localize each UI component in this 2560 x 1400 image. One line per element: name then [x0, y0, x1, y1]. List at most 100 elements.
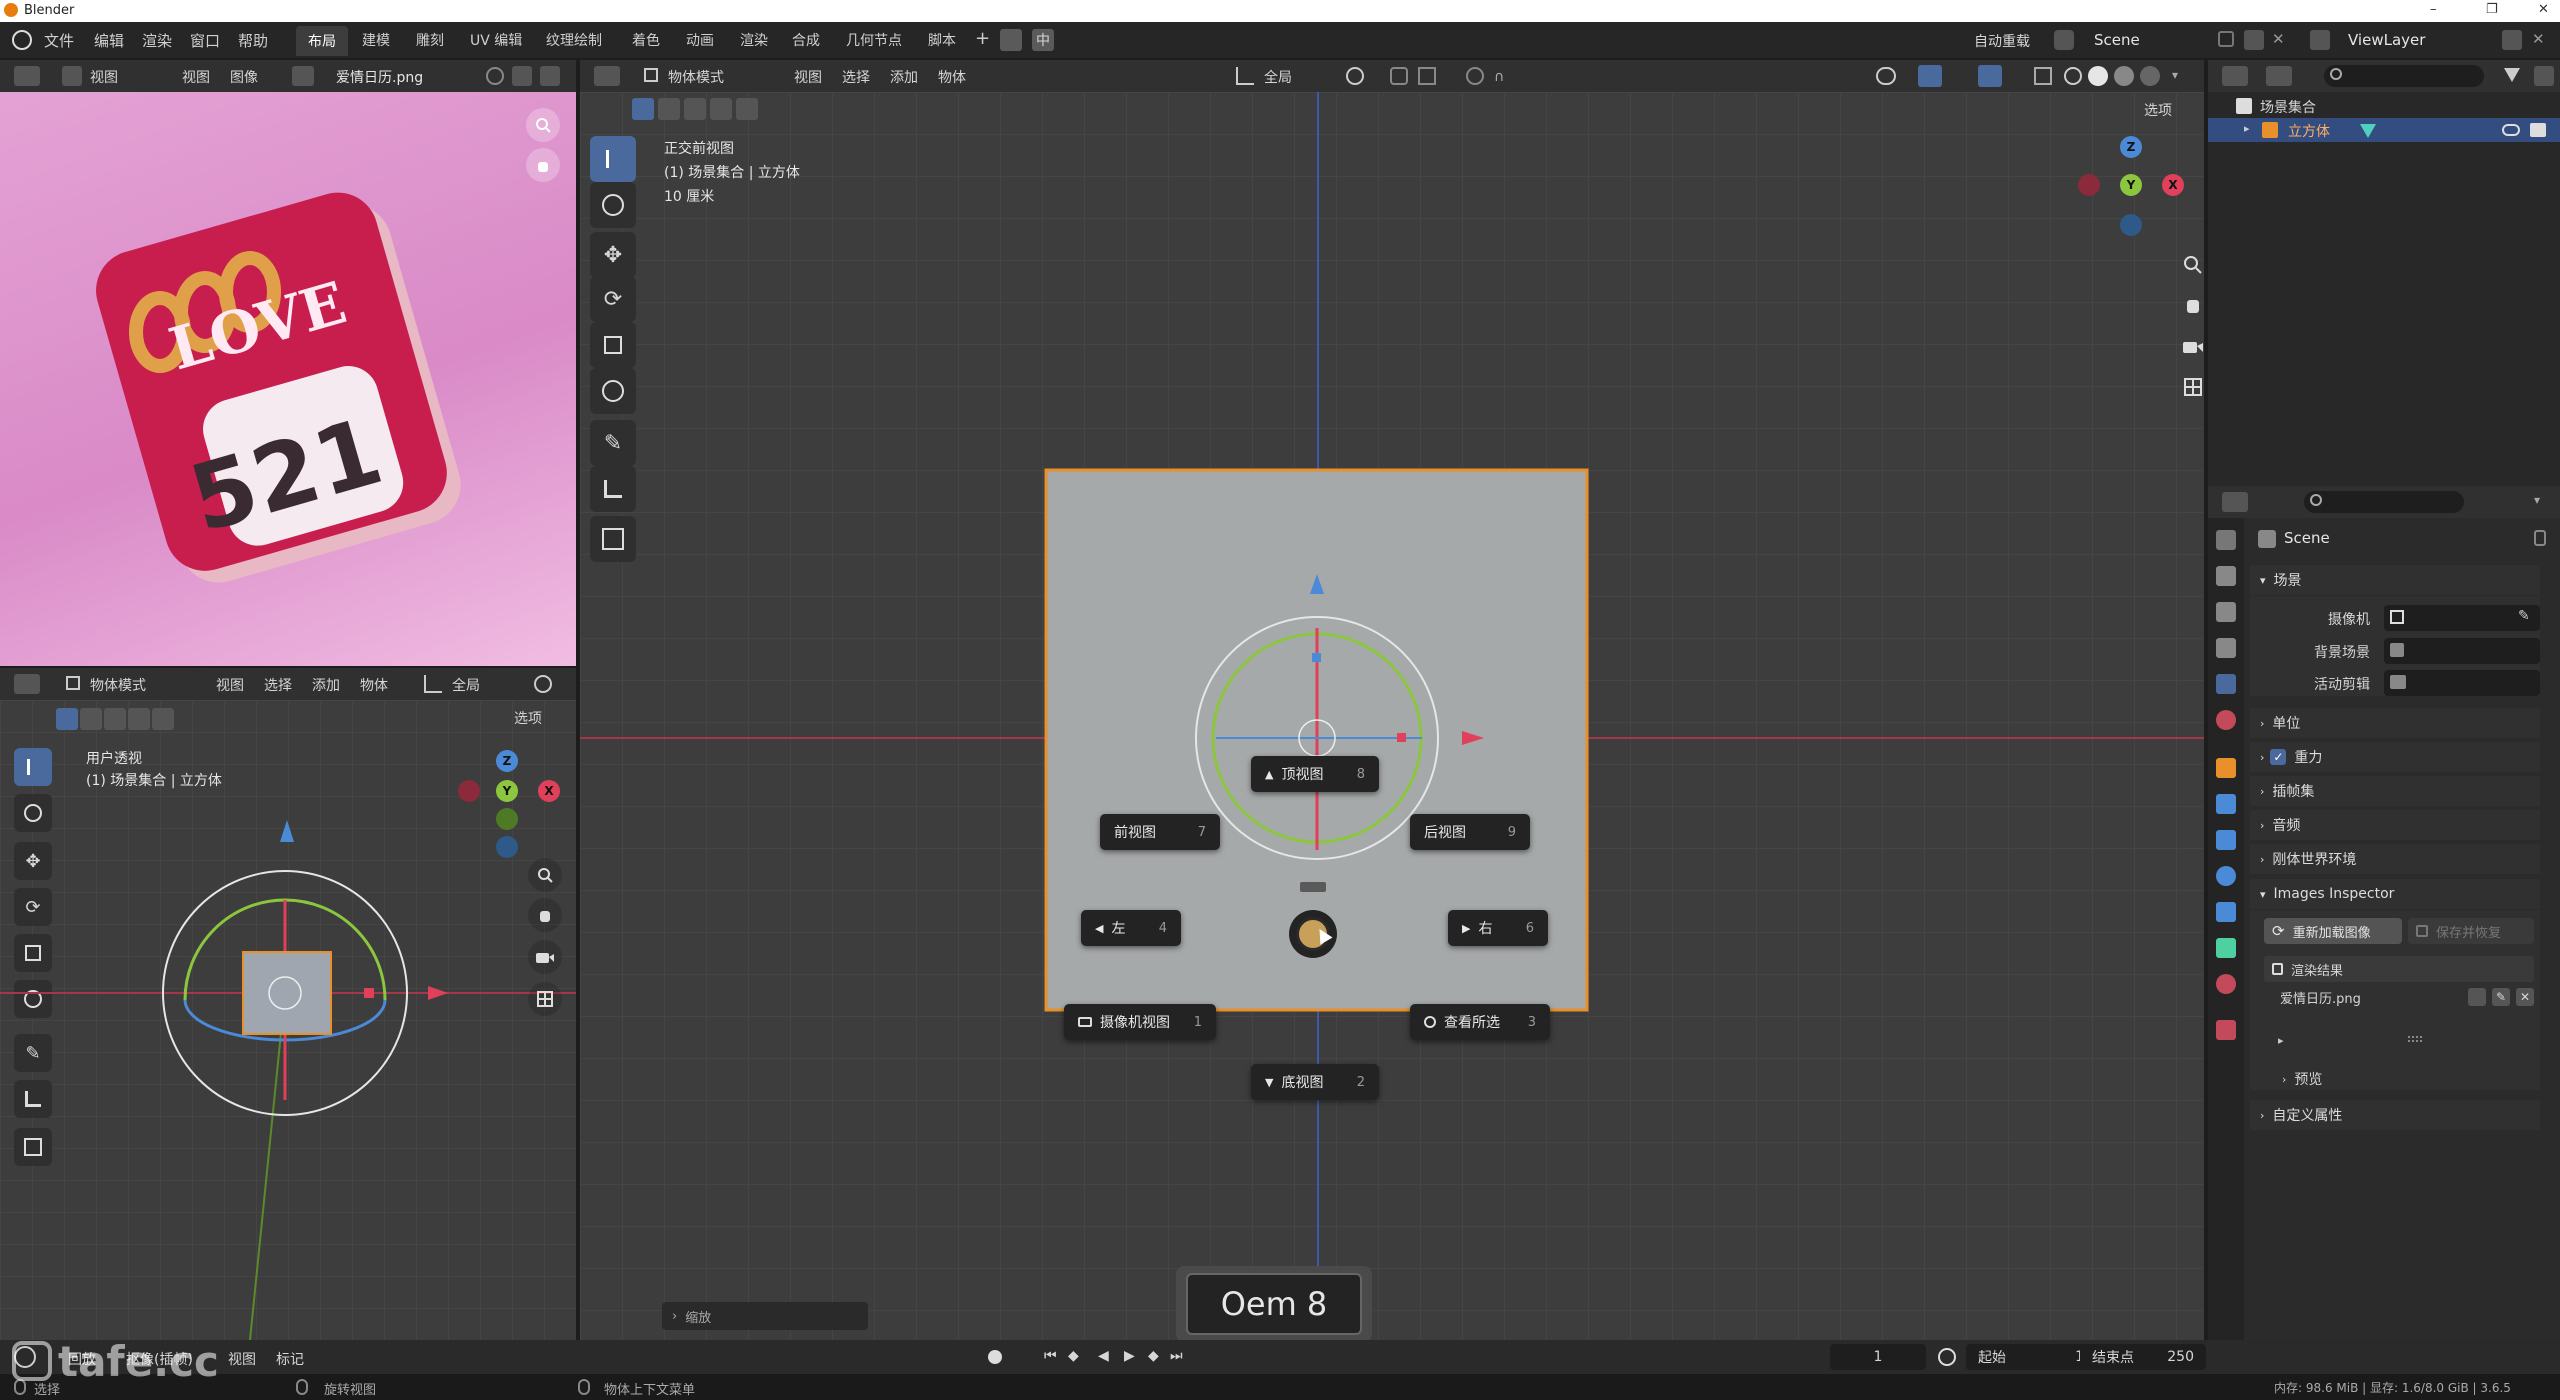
section-audio-header[interactable]: › 音频	[2250, 810, 2540, 840]
orientation-dropdown[interactable]: 全局	[452, 675, 480, 695]
play-icon[interactable]: ▶	[1124, 1348, 1135, 1364]
properties-type-icon[interactable]	[2222, 492, 2248, 512]
preview-subsection[interactable]: › 预览	[2270, 1066, 2530, 1092]
eyedropper-icon[interactable]: ✎	[2518, 608, 2530, 624]
view-layer-tab-icon[interactable]	[2216, 638, 2236, 658]
mode-dropdown[interactable]: 物体模式	[90, 675, 146, 695]
falloff-icon[interactable]: ∩	[1494, 69, 1504, 85]
pie-top-view[interactable]: ▲ 顶视图 8	[1251, 756, 1379, 792]
editor-type-icon[interactable]	[14, 66, 40, 86]
section-units-header[interactable]: › 单位	[2250, 708, 2540, 738]
jump-end-icon[interactable]: ⏭	[1170, 1348, 1183, 1364]
section-rigidbody-header[interactable]: › 刚体世界环境	[2250, 844, 2540, 874]
mode-dropdown[interactable]: 物体模式	[668, 67, 724, 87]
image-view-menu-b[interactable]: 视图	[182, 67, 210, 87]
gizmo-x-icon[interactable]: X	[2162, 174, 2184, 196]
gizmo-z-icon[interactable]: Z	[496, 750, 518, 772]
orientation-icon[interactable]	[424, 675, 442, 693]
start-frame-field[interactable]: 起始 1	[1966, 1344, 2096, 1370]
delete-view-layer-icon[interactable]: ✕	[2532, 30, 2545, 48]
last-operator-panel[interactable]: › 缩放	[662, 1302, 868, 1330]
image-mode-icon[interactable]	[62, 66, 82, 86]
workspace-tab-10[interactable]: 脚本	[928, 22, 956, 58]
save-restore-button[interactable]: 保存并恢复	[2408, 918, 2534, 944]
gizmo-toggle-icon[interactable]	[1918, 65, 1942, 87]
visibility-icon[interactable]	[1876, 67, 1896, 85]
gizmo-y-icon[interactable]: Y	[2120, 174, 2142, 196]
left-grid-icon[interactable]	[528, 982, 562, 1016]
zoom-icon[interactable]	[2176, 248, 2210, 282]
scene-name-field[interactable]: Scene	[2094, 31, 2140, 49]
snap-target-icon[interactable]	[1418, 67, 1436, 85]
ime-chinese-button[interactable]: 中	[1032, 29, 1054, 51]
workspace-tab-3[interactable]: UV 编辑	[470, 22, 522, 58]
orientation-icon[interactable]	[1236, 67, 1254, 85]
editor-type-icon[interactable]	[14, 674, 40, 694]
left-object-menu[interactable]: 物体	[360, 675, 388, 695]
object-menu[interactable]: 物体	[938, 67, 966, 87]
material-tab-icon[interactable]	[2216, 974, 2236, 994]
object-tab-icon[interactable]	[2216, 758, 2236, 778]
camera-view-icon[interactable]	[2176, 330, 2210, 364]
pivot-icon[interactable]	[1346, 67, 1364, 85]
timeline-view-menu[interactable]: 视图	[228, 1349, 256, 1369]
menu-item-2[interactable]: 渲染	[142, 22, 172, 58]
workspace-tab-5[interactable]: 着色	[632, 22, 660, 58]
image-view-menu-a[interactable]: 视图	[90, 67, 118, 87]
world-tab-icon[interactable]	[2216, 710, 2236, 730]
pie-front-view[interactable]: 前视图 7	[1100, 814, 1220, 850]
view-layer-icon[interactable]	[2310, 30, 2330, 50]
workspace-tab-2[interactable]: 雕刻	[416, 22, 444, 58]
section-gravity-header[interactable]: › ✓ 重力	[2250, 742, 2540, 772]
gravity-checkbox[interactable]: ✓	[2270, 749, 2287, 765]
pan-hand-icon[interactable]	[2176, 288, 2210, 322]
menu-item-1[interactable]: 编辑	[94, 22, 124, 58]
scene-tab-icon[interactable]	[2216, 674, 2236, 694]
left-camera-icon[interactable]	[528, 940, 562, 974]
shading-dropdown-icon[interactable]: ▾	[2172, 68, 2178, 82]
left-nav-gizmo[interactable]: Z Y X	[458, 750, 568, 858]
left-select-menu[interactable]: 选择	[264, 675, 292, 695]
solid-shading-icon[interactable]	[2088, 66, 2108, 86]
texture-tab-icon[interactable]	[2216, 1020, 2236, 1040]
list-expand-icon[interactable]: ▸	[2278, 1034, 2284, 1047]
chevron-down-icon[interactable]: ▾	[2534, 493, 2540, 507]
menu-item-3[interactable]: 窗口	[190, 22, 220, 58]
end-frame-field[interactable]: 结束点 250	[2080, 1344, 2206, 1370]
prev-keyframe-icon[interactable]: ◆	[1068, 1348, 1079, 1364]
zoom-icon[interactable]	[526, 108, 560, 142]
menu-item-4[interactable]: 帮助	[238, 22, 268, 58]
pie-camera-view[interactable]: 摄像机视图 1	[1064, 1004, 1216, 1040]
pie-bottom-view[interactable]: ▼ 底视图 2	[1251, 1064, 1379, 1100]
view-layer-field[interactable]: ViewLayer	[2348, 31, 2425, 49]
left-viewport[interactable]: 选项 用户透视 (1) 场景集合 | 立方体 ✥ ⟳ ✎ Z Y X	[0, 700, 576, 1340]
new-collection-icon[interactable]	[2534, 66, 2554, 86]
workspace-tab-0[interactable]: 布局	[296, 26, 348, 56]
left-zoom-icon[interactable]	[528, 858, 562, 892]
data-tab-icon[interactable]	[2216, 938, 2236, 958]
pivot-icon[interactable]	[534, 675, 552, 693]
material-shading-icon[interactable]	[2114, 66, 2134, 86]
properties-search-input[interactable]	[2304, 491, 2464, 513]
camera-field[interactable]: ✎	[2384, 605, 2540, 631]
main-nav-gizmo[interactable]: Z Y X	[2078, 136, 2188, 246]
add-menu[interactable]: 添加	[890, 67, 918, 87]
tool-tab-icon[interactable]	[2216, 530, 2236, 550]
new-scene-icon[interactable]	[2244, 30, 2264, 50]
reload-images-button[interactable]: ⟳ 重新加载图像	[2264, 918, 2402, 944]
pan-hand-icon[interactable]	[526, 148, 560, 182]
image-name-field[interactable]: 爱情日历.png	[336, 67, 423, 87]
current-frame-field[interactable]: 1	[1830, 1344, 1926, 1370]
main-viewport[interactable]: 选项 正交前视图 (1) 场景集合 | 立方体 10 厘米 ✥ ⟳ ✎ ▲ 顶视…	[580, 92, 2204, 1342]
image-file-row[interactable]: 爱情日历.png ✎ ✕	[2264, 984, 2534, 1010]
play-reverse-icon[interactable]: ◀	[1098, 1348, 1109, 1364]
wireframe-shading-icon[interactable]	[2064, 67, 2082, 85]
particles-tab-icon[interactable]	[2216, 830, 2236, 850]
ime-switch-icon[interactable]	[1000, 29, 1022, 51]
workspace-tab-8[interactable]: 合成	[792, 22, 820, 58]
section-custom-header[interactable]: › 自定义属性	[2250, 1100, 2540, 1130]
orientation-dropdown[interactable]: 全局	[1264, 67, 1292, 87]
menu-item-0[interactable]: 文件	[44, 22, 74, 58]
marker-menu[interactable]: 标记	[276, 1349, 304, 1369]
filter-icon[interactable]	[2504, 68, 2520, 82]
